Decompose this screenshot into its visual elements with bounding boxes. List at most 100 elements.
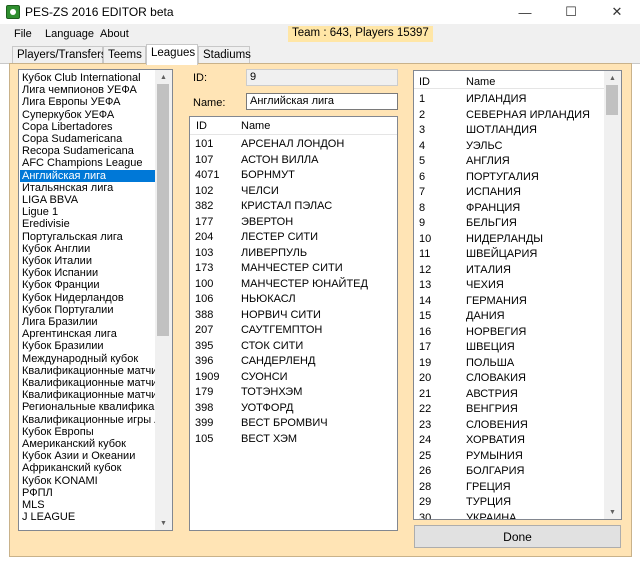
league-list-item[interactable]: Лига чемпионов УЕФА bbox=[20, 84, 155, 96]
countries-header-name[interactable]: Name bbox=[466, 76, 495, 88]
country-row[interactable]: 3 ШОТЛАНДИЯ bbox=[414, 122, 621, 138]
team-row[interactable]: 204 ЛЕСТЕР СИТИ bbox=[190, 229, 397, 245]
teams-header-name[interactable]: Name bbox=[241, 120, 270, 132]
country-row[interactable]: 4 УЭЛЬС bbox=[414, 138, 621, 154]
country-row[interactable]: 5 АНГЛИЯ bbox=[414, 153, 621, 169]
team-row[interactable]: 388 НОРВИЧ СИТИ bbox=[190, 307, 397, 323]
name-field[interactable]: Английская лига bbox=[246, 93, 398, 110]
league-list-item[interactable]: Кубок Нидерландов bbox=[20, 292, 155, 304]
country-row[interactable]: 25 РУМЫНИЯ bbox=[414, 448, 621, 464]
league-list-item[interactable]: Аргентинская лига bbox=[20, 328, 155, 340]
countries-header-id[interactable]: ID bbox=[419, 76, 430, 88]
country-row[interactable]: 26 БОЛГАРИЯ bbox=[414, 463, 621, 479]
country-row[interactable]: 24 ХОРВАТИЯ bbox=[414, 432, 621, 448]
tab-players-transfers[interactable]: Players/Transfers bbox=[12, 46, 107, 64]
team-row[interactable]: 100 МАНЧЕСТЕР ЮНАЙТЕД bbox=[190, 276, 397, 292]
team-row[interactable]: 177 ЭВЕРТОН bbox=[190, 214, 397, 230]
countries-scrollbar[interactable]: ▲ ▼ bbox=[604, 71, 621, 519]
league-list-item[interactable]: Лига Европы УЕФА bbox=[20, 96, 155, 108]
tab-teams[interactable]: Teems bbox=[103, 46, 146, 64]
league-list-item[interactable]: Кубок Европы bbox=[20, 426, 155, 438]
team-row[interactable]: 382 КРИСТАЛ ПЭЛАС bbox=[190, 198, 397, 214]
league-list[interactable]: Кубок Club International Лига чемпионов У… bbox=[18, 69, 173, 531]
team-row[interactable]: 105 ВЕСТ ХЭМ bbox=[190, 431, 397, 447]
menu-about[interactable]: About bbox=[100, 28, 129, 40]
league-list-item[interactable]: Квалификационные матчи bbox=[20, 365, 155, 377]
league-list-item[interactable]: LIGA BBVA bbox=[20, 194, 155, 206]
league-list-scrollbar[interactable]: ▲ ▼ bbox=[155, 70, 172, 530]
league-list-item[interactable]: Кубок Испании bbox=[20, 267, 155, 279]
team-row[interactable]: 107 АСТОН ВИЛЛА bbox=[190, 152, 397, 168]
country-row[interactable]: 14 ГЕРМАНИЯ bbox=[414, 293, 621, 309]
league-list-item[interactable]: Кубок Бразилии bbox=[20, 340, 155, 352]
country-row[interactable]: 19 ПОЛЬША bbox=[414, 355, 621, 371]
country-row[interactable]: 8 ФРАНЦИЯ bbox=[414, 200, 621, 216]
league-list-item[interactable]: Американский кубок bbox=[20, 438, 155, 450]
league-list-item[interactable]: Квалификационные матчи bbox=[20, 377, 155, 389]
close-button[interactable]: ✕ bbox=[594, 0, 640, 24]
country-row[interactable]: 30 УКРАИНА bbox=[414, 510, 621, 520]
league-list-item[interactable]: Кубок Азии и Океании bbox=[20, 450, 155, 462]
team-row[interactable]: 207 САУТГЕМПТОН bbox=[190, 322, 397, 338]
league-list-item[interactable]: Кубок Италии bbox=[20, 255, 155, 267]
teams-grid[interactable]: ID Name 101 АРСЕНАЛ ЛОНДОН 107 АСТОН ВИЛЛА 4… bbox=[189, 116, 398, 531]
team-row[interactable]: 173 МАНЧЕСТЕР СИТИ bbox=[190, 260, 397, 276]
team-row[interactable]: 398 УОТФОРД bbox=[190, 400, 397, 416]
scroll-up-arrow-icon[interactable]: ▲ bbox=[155, 70, 172, 84]
team-row[interactable]: 1909 СУОНСИ bbox=[190, 369, 397, 385]
country-row[interactable]: 13 ЧЕХИЯ bbox=[414, 277, 621, 293]
minimize-button[interactable]: — bbox=[502, 0, 548, 24]
country-row[interactable]: 11 ШВЕЙЦАРИЯ bbox=[414, 246, 621, 262]
country-row[interactable]: 16 НОРВЕГИЯ bbox=[414, 324, 621, 340]
league-list-item[interactable]: AFC Champions League bbox=[20, 157, 155, 169]
league-list-item[interactable]: Африканский кубок bbox=[20, 462, 155, 474]
country-row[interactable]: 28 ГРЕЦИЯ bbox=[414, 479, 621, 495]
scroll-down-arrow-icon[interactable]: ▼ bbox=[155, 516, 172, 530]
country-row[interactable]: 29 ТУРЦИЯ bbox=[414, 494, 621, 510]
tab-leagues[interactable]: Leagues bbox=[146, 44, 198, 65]
league-list-item[interactable]: Ligue 1 bbox=[20, 206, 155, 218]
country-row[interactable]: 10 НИДЕРЛАНДЫ bbox=[414, 231, 621, 247]
league-list-item[interactable]: Кубок Франции bbox=[20, 279, 155, 291]
league-list-item[interactable]: Португальская лига bbox=[20, 231, 155, 243]
menu-language[interactable]: Language bbox=[45, 28, 94, 40]
league-list-item[interactable]: Copa Sudamericana bbox=[20, 133, 155, 145]
league-list-item[interactable]: Лига Бразилии bbox=[20, 316, 155, 328]
league-list-item[interactable]: Квалификационные матчи bbox=[20, 389, 155, 401]
league-list-item[interactable]: Итальянская лига bbox=[20, 182, 155, 194]
league-list-item[interactable]: Региональные квалификац bbox=[20, 401, 155, 413]
league-list-item[interactable]: РФПЛ bbox=[20, 487, 155, 499]
league-list-item[interactable]: Eredivisie bbox=[20, 218, 155, 230]
done-button[interactable]: Done bbox=[414, 525, 621, 548]
scrollbar-thumb[interactable] bbox=[606, 85, 618, 115]
league-list-item[interactable]: Кубок KONAMI bbox=[20, 475, 155, 487]
league-list-item[interactable]: MLS bbox=[20, 499, 155, 511]
league-list-item[interactable]: J LEAGUE bbox=[20, 511, 155, 523]
tab-stadiums[interactable]: Stadiums bbox=[198, 46, 251, 64]
scroll-up-arrow-icon[interactable]: ▲ bbox=[604, 71, 621, 85]
country-row[interactable]: 23 СЛОВЕНИЯ bbox=[414, 417, 621, 433]
maximize-button[interactable]: ☐ bbox=[548, 0, 594, 24]
menu-file[interactable]: File bbox=[14, 28, 32, 40]
countries-grid[interactable]: ID Name 1 ИРЛАНДИЯ 2 СЕВЕРНАЯ ИРЛАНДИЯ 3 ШОТЛ… bbox=[413, 70, 622, 520]
team-row[interactable]: 396 САНДЕРЛЕНД bbox=[190, 353, 397, 369]
scrollbar-thumb[interactable] bbox=[157, 84, 169, 336]
league-list-item[interactable]: Recopa Sudamericana bbox=[20, 145, 155, 157]
country-row[interactable]: 22 ВЕНГРИЯ bbox=[414, 401, 621, 417]
league-list-item[interactable]: Суперкубок УЕФА bbox=[20, 109, 155, 121]
team-row[interactable]: 4071 БОРНМУТ bbox=[190, 167, 397, 183]
country-row[interactable]: 2 СЕВЕРНАЯ ИРЛАНДИЯ bbox=[414, 107, 621, 123]
country-row[interactable]: 17 ШВЕЦИЯ bbox=[414, 339, 621, 355]
league-list-item[interactable]: Кубок Португалии bbox=[20, 304, 155, 316]
country-row[interactable]: 21 АВСТРИЯ bbox=[414, 386, 621, 402]
league-list-item[interactable]: Английская лига bbox=[20, 169, 155, 182]
scroll-down-arrow-icon[interactable]: ▼ bbox=[604, 505, 621, 519]
league-list-item[interactable]: Кубок Club International bbox=[20, 72, 155, 84]
country-row[interactable]: 20 СЛОВАКИЯ bbox=[414, 370, 621, 386]
country-row[interactable]: 15 ДАНИЯ bbox=[414, 308, 621, 324]
country-row[interactable]: 7 ИСПАНИЯ bbox=[414, 184, 621, 200]
team-row[interactable]: 106 НЬЮКАСЛ bbox=[190, 291, 397, 307]
league-list-item[interactable]: Кубок Англии bbox=[20, 243, 155, 255]
team-row[interactable]: 103 ЛИВЕРПУЛЬ bbox=[190, 245, 397, 261]
team-row[interactable]: 399 ВЕСТ БРОМВИЧ bbox=[190, 415, 397, 431]
